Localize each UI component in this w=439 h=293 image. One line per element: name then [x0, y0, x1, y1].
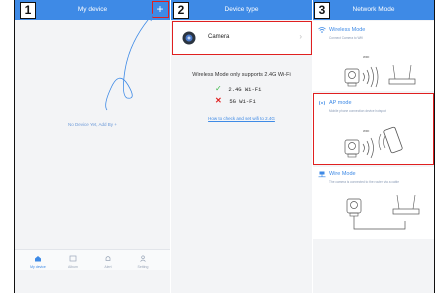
- wifi-help-link[interactable]: How to check and set wifi to 2.4G: [171, 116, 312, 121]
- router-ssid-label: WIFI: [363, 55, 370, 59]
- wifi-icon: [318, 27, 326, 33]
- empty-state-message: No Device Yet, Add By +: [68, 122, 117, 127]
- unsupported-wifi-row: ✕ 5G Wi-Fi: [215, 96, 256, 105]
- tab-setting[interactable]: Setting: [128, 255, 158, 269]
- tab-setting-label: Setting: [137, 265, 149, 269]
- step-badge-1: 1: [20, 2, 36, 19]
- check-icon: ✓: [215, 84, 222, 93]
- network-mode-header: Network Mode: [313, 0, 434, 20]
- ethernet-icon: [318, 171, 326, 178]
- unsupported-wifi-label: 5G Wi-Fi: [229, 98, 256, 105]
- supported-wifi-row: ✓ 2.4G Wi-Fi: [215, 84, 261, 93]
- tab-my-device-label: My device: [30, 265, 46, 269]
- tab-alert[interactable]: Alert: [93, 255, 123, 269]
- tab-album-label: Album: [68, 265, 78, 269]
- bell-icon: [105, 256, 111, 261]
- supported-wifi-label: 2.4G Wi-Fi: [228, 86, 262, 93]
- ap-mode-highlight: [313, 93, 434, 165]
- wire-mode-desc: The camera is connected to the router vi…: [329, 180, 399, 184]
- person-icon: [140, 255, 146, 262]
- my-device-screen: My device + No Device Yet, Add By + My d…: [15, 0, 170, 293]
- tab-my-device[interactable]: My device: [23, 255, 53, 269]
- wire-mode-illustration: [346, 194, 420, 230]
- wifi-notice: Wireless Mode only supports 2.4G Wi-Fi: [192, 72, 291, 78]
- wire-mode-title: Wire Mode: [329, 171, 356, 177]
- wireless-mode-card[interactable]: Wireless Mode Connect Camera to Wifi WIF…: [313, 21, 434, 91]
- frame-right-border: [434, 0, 435, 293]
- device-type-header: Device type: [171, 0, 312, 20]
- device-type-screen: Device type Camera › Wireless Mode only …: [171, 0, 312, 293]
- network-mode-title: Network Mode: [352, 6, 395, 13]
- wireless-mode-illustration: [344, 64, 416, 88]
- step-badge-2: 2: [173, 2, 189, 19]
- wire-mode-card[interactable]: Wire Mode The camera is connected to the…: [313, 167, 434, 239]
- cross-icon: ✕: [215, 96, 222, 105]
- network-mode-screen: Network Mode Wireless Mode Connect Camer…: [313, 0, 434, 293]
- wireless-mode-title: Wireless Mode: [329, 27, 366, 33]
- home-icon: [35, 256, 41, 262]
- device-type-title: Device type: [224, 6, 259, 13]
- step-badge-3: 3: [314, 2, 330, 19]
- album-icon: [69, 255, 77, 262]
- tab-album[interactable]: Album: [58, 255, 88, 269]
- tab-alert-label: Alert: [104, 265, 112, 269]
- camera-row-highlight: [172, 21, 312, 55]
- wireless-mode-desc: Connect Camera to Wifi: [329, 36, 363, 40]
